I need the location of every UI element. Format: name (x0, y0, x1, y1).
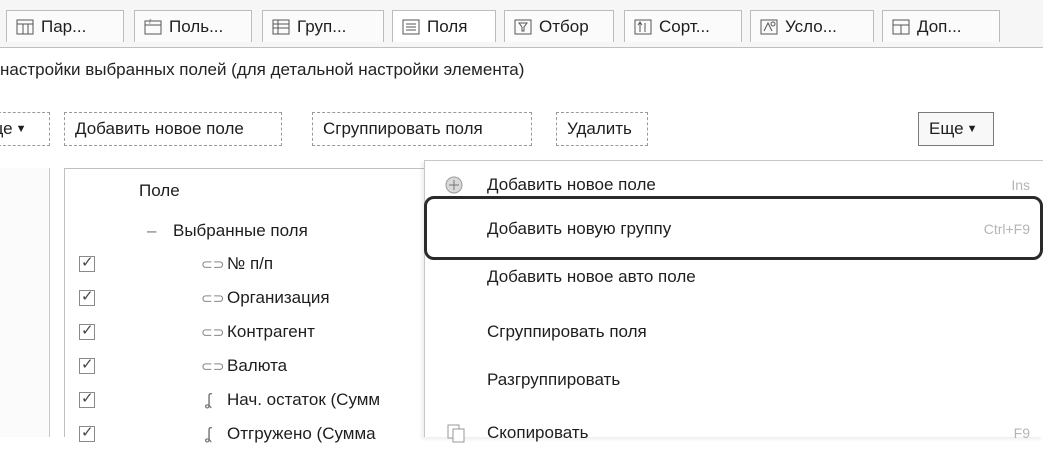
tree-item-label: Контрагент (227, 322, 315, 341)
field-icon: ⊂⊃ (201, 357, 225, 374)
user-fields-icon: f (144, 19, 162, 34)
checkbox[interactable] (79, 423, 95, 442)
menu-item-label: Добавить новое поле (487, 175, 656, 194)
left-more-button[interactable]: Еще ▼ (0, 112, 50, 146)
menu-item-add-auto-field[interactable]: Добавить новое авто поле (425, 255, 1043, 299)
tab-label: Поль... (169, 16, 224, 36)
tab-grouping[interactable]: Груп... (262, 10, 384, 42)
delete-label: Удалить (567, 119, 632, 138)
field-icon: ⊂⊃ (201, 255, 225, 272)
grouping-icon (272, 19, 290, 34)
tree-row[interactable]: ⊂⊃ № п/п (65, 248, 427, 280)
tab-label: Усло... (785, 16, 837, 36)
menu-item-ungroup[interactable]: Разгруппировать (425, 358, 1043, 402)
add-field-label: Добавить новое поле (75, 119, 244, 138)
highlight-frame (424, 196, 1043, 260)
tree-item-label: № п/п (227, 254, 274, 273)
checkbox[interactable] (79, 253, 95, 272)
group-fields-label: Сгруппировать поля (323, 119, 483, 138)
tree-row[interactable]: ⊂⊃ Контрагент (65, 316, 427, 348)
tree-header-label: Поле (139, 181, 180, 200)
tab-additional[interactable]: Доп... (882, 10, 1000, 42)
fields-tree: Поле – Выбранные поля ⊂⊃ № п/п ⊂⊃ Органи… (64, 168, 427, 443)
tree-item-label: Организация (227, 288, 330, 307)
tree-item-label: Валюта (227, 356, 288, 375)
tab-fields[interactable]: Поля (392, 10, 496, 42)
tree-group-label: Выбранные поля (173, 221, 308, 240)
menu-item-label: Скопировать (487, 423, 589, 442)
delete-button[interactable]: Удалить (556, 112, 648, 146)
additional-icon (892, 19, 910, 34)
tab-label: Сорт... (659, 16, 710, 36)
menu-item-label: Сгруппировать поля (487, 322, 647, 341)
tab-label: Отбор (539, 16, 589, 36)
more-button[interactable]: Еще ▼ (918, 112, 994, 146)
add-field-button[interactable]: Добавить новое поле (64, 112, 282, 146)
checkbox[interactable] (79, 321, 95, 340)
menu-item-label: Разгруппировать (487, 370, 621, 389)
more-label: Еще (929, 119, 964, 138)
tree-row[interactable]: ʆ Нач. остаток (Сумм (65, 384, 427, 416)
tree-row[interactable]: ⊂⊃ Валюта (65, 350, 427, 382)
filter-icon (514, 19, 532, 34)
tree-row[interactable]: ʆ Отгружено (Сумма (65, 418, 427, 450)
add-field-icon (445, 176, 463, 194)
collapse-icon: – (147, 221, 157, 240)
checkbox[interactable] (79, 355, 95, 374)
left-more-label: Еще (0, 119, 13, 138)
tab-label: Поля (427, 16, 468, 36)
tab-parameters[interactable]: Пар... (6, 10, 124, 42)
menu-item-label: Добавить новое авто поле (487, 267, 696, 286)
menu-item-shortcut: F9 (1013, 425, 1030, 441)
tab-conditional[interactable]: Усло... (750, 10, 874, 42)
tree-row[interactable]: ⊂⊃ Организация (65, 282, 427, 314)
resource-icon: ʆ (205, 390, 211, 409)
tab-label: Пар... (41, 16, 87, 36)
field-icon: ⊂⊃ (201, 323, 225, 340)
tab-sort[interactable]: Сорт... (624, 10, 742, 42)
tree-header: Поле (65, 175, 427, 207)
field-icon: ⊂⊃ (201, 289, 225, 306)
tree-item-label: Нач. остаток (Сумм (227, 390, 381, 409)
tab-label: Груп... (297, 16, 347, 36)
group-fields-button[interactable]: Сгруппировать поля (312, 112, 532, 146)
tab-filter[interactable]: Отбор (504, 10, 614, 42)
left-panel (0, 168, 50, 437)
chevron-down-icon: ▼ (966, 123, 978, 135)
sort-icon (634, 19, 652, 34)
menu-item-copy[interactable]: Скопировать F9 (425, 411, 1043, 455)
conditional-icon (760, 19, 778, 34)
menu-item-group-fields[interactable]: Сгруппировать поля (425, 310, 1043, 354)
tree-group-row[interactable]: – Выбранные поля (65, 215, 427, 247)
tab-label: Доп... (917, 16, 962, 36)
settings-description: настройки выбранных полей (для детальной… (0, 60, 525, 79)
chevron-down-icon: ▼ (15, 123, 27, 135)
copy-icon (447, 424, 465, 443)
checkbox[interactable] (79, 389, 95, 408)
settings-tab-bar: Пар... f Поль... Груп... Поля Отбор Сорт… (0, 0, 1043, 48)
parameters-icon (16, 19, 34, 34)
checkbox[interactable] (79, 287, 95, 306)
resource-icon: ʆ (205, 424, 211, 443)
tab-user-fields[interactable]: f Поль... (134, 10, 252, 42)
menu-item-shortcut: Ins (1011, 177, 1030, 193)
tree-item-label: Отгружено (Сумма (227, 424, 376, 443)
fields-icon (402, 19, 420, 34)
